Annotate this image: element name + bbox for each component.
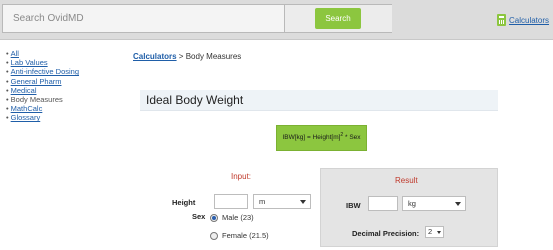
sidebar-item-label[interactable]: Anti-infective Dosing (11, 67, 79, 76)
sidebar-item-label[interactable]: All (11, 49, 19, 58)
calculators-header-link[interactable]: Calculators (497, 12, 549, 28)
sidebar-item-medical[interactable]: • Medical (6, 86, 116, 95)
radio-male-label: Male (23) (222, 213, 254, 222)
height-input[interactable] (214, 194, 248, 209)
sidebar-item-general-pharm[interactable]: • General Pharm (6, 77, 116, 86)
chevron-down-icon (437, 231, 441, 234)
breadcrumb-separator: > (176, 52, 186, 61)
result-heading: Result (395, 176, 418, 185)
formula-box: IBW[kg] = Height[m]2 * Sex (276, 125, 367, 151)
bullet-icon: • (6, 95, 9, 105)
sidebar-item-label: Body Measures (10, 95, 63, 105)
search-input[interactable]: Search OvidMD (2, 4, 285, 33)
sidebar-item-glossary[interactable]: • Glossary (6, 113, 116, 122)
title-bar: Ideal Body Weight (140, 90, 498, 111)
formula-suffix: * Sex (343, 134, 361, 141)
sex-label: Sex (192, 212, 206, 221)
height-label: Height (172, 198, 196, 207)
height-unit-select[interactable]: m (253, 194, 311, 209)
search-button[interactable]: Search (315, 8, 361, 29)
sidebar-item-label[interactable]: Glossary (11, 113, 41, 122)
ibw-label: IBW (346, 201, 361, 210)
sidebar-item-body-measures: • Body Measures (6, 95, 116, 104)
bullet-icon: • (6, 76, 9, 86)
sidebar-item-mathcalc[interactable]: • MathCalc (6, 104, 116, 113)
ibw-unit-value: kg (408, 199, 416, 208)
sidebar-item-label[interactable]: General Pharm (11, 77, 62, 86)
sidebar-nav: • All • Lab Values • Anti-infective Dosing … (6, 49, 116, 123)
radio-male[interactable] (210, 213, 218, 222)
calculators-link-label[interactable]: Calculators (509, 16, 549, 25)
sidebar-item-label[interactable]: Lab Values (11, 58, 48, 67)
sidebar-item-lab-values[interactable]: • Lab Values (6, 58, 116, 67)
chevron-down-icon (455, 202, 461, 206)
sidebar-item-label[interactable]: Medical (11, 86, 37, 95)
decimal-precision-label: Decimal Precision: (352, 229, 420, 238)
breadcrumb-calculators-link[interactable]: Calculators (133, 52, 177, 61)
page-title: Ideal Body Weight (146, 93, 244, 107)
bullet-icon: • (6, 49, 9, 58)
bullet-icon: • (6, 104, 9, 114)
bullet-icon: • (6, 113, 9, 123)
bullet-icon: • (6, 58, 9, 68)
sex-option-female[interactable]: Female (21.5) (210, 231, 269, 240)
radio-female-label: Female (21.5) (222, 231, 269, 240)
radio-female[interactable] (210, 231, 218, 240)
formula-prefix: IBW[kg] = Height[m] (282, 134, 341, 141)
ibw-unit-select[interactable]: kg (402, 196, 466, 211)
bullet-icon: • (6, 67, 9, 77)
calculator-icon (497, 14, 506, 26)
ibw-output-field[interactable] (368, 196, 398, 211)
sidebar-item-all[interactable]: • All (6, 49, 116, 58)
sidebar-item-label[interactable]: MathCalc (11, 104, 43, 113)
height-unit-value: m (259, 197, 266, 206)
breadcrumb-current: Body Measures (185, 52, 242, 61)
decimal-precision-select[interactable]: 2 (425, 226, 444, 238)
sidebar-item-anti-infective-dosing[interactable]: • Anti-infective Dosing (6, 67, 116, 76)
input-heading: Input: (231, 172, 252, 181)
decimal-precision-value: 2 (428, 227, 433, 236)
breadcrumb: Calculators > Body Measures (133, 52, 241, 61)
sex-option-male[interactable]: Male (23) (210, 213, 254, 222)
bullet-icon: • (6, 85, 9, 95)
top-search-bar: Search OvidMD Search Calculators (0, 0, 553, 40)
chevron-down-icon (300, 200, 306, 204)
